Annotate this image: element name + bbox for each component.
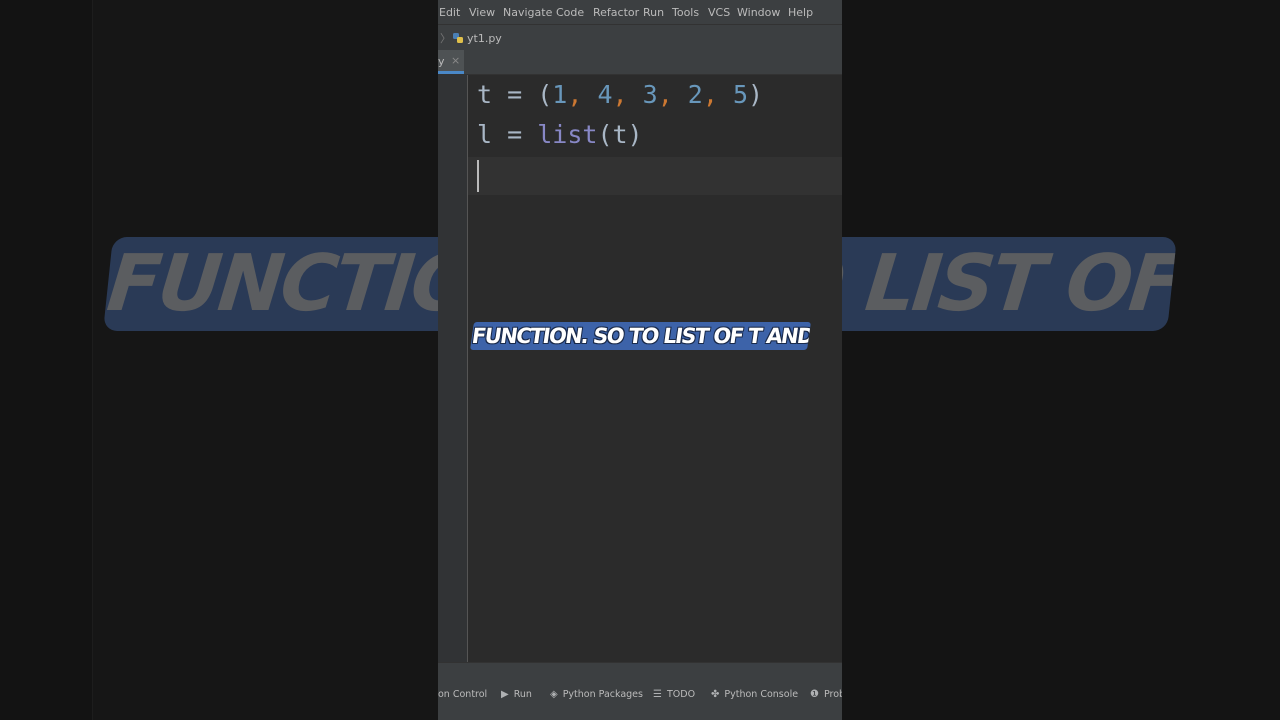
background-panel-right [842, 0, 1280, 720]
code-token: = [492, 120, 538, 149]
code-token: l [477, 120, 493, 149]
code-editor[interactable]: t = (1, 4, 3, 2, 5) l = list(t) [468, 75, 842, 662]
code-comma: , [567, 80, 598, 109]
code-number: 1 [552, 80, 568, 109]
editor-tab-bar: y × [438, 50, 842, 75]
current-line-highlight [468, 157, 842, 195]
toolwindow-python-packages[interactable]: ◈ Python Packages [550, 689, 643, 700]
menu-vcs[interactable]: VCS [708, 6, 730, 19]
code-number: 3 [642, 80, 658, 109]
tool-window-bar: on Control ▶ Run ◈ Python Packages ☰ TODO ✤… [438, 662, 842, 720]
code-token: t [477, 80, 493, 109]
code-comma: , [612, 80, 643, 109]
chevron-right-icon: 〉 [440, 32, 451, 45]
code-comma: , [657, 80, 688, 109]
background-panel-left [92, 0, 439, 720]
python-file-icon [453, 33, 463, 43]
toolwindow-label: Run [513, 689, 532, 700]
code-comma: , [702, 80, 733, 109]
code-token: ( [537, 80, 553, 109]
toolwindow-label: Prob [823, 689, 842, 700]
menu-code[interactable]: Code [556, 6, 584, 19]
navigation-bar: 〉 yt1.py [438, 24, 842, 51]
code-number: 4 [597, 80, 613, 109]
code-line-2: l = list(t) [477, 120, 643, 150]
packages-icon: ◈ [550, 689, 558, 700]
menu-tools[interactable]: Tools [672, 6, 699, 19]
toolwindow-todo[interactable]: ☰ TODO [653, 689, 695, 700]
menu-refactor[interactable]: Refactor [593, 6, 639, 19]
problems-icon: ❶ [810, 689, 819, 700]
code-token: (t) [597, 120, 643, 149]
ide-window: Edit View Navigate Code Refactor Run Too… [438, 0, 842, 720]
code-builtin: list [537, 120, 598, 149]
text-caret [477, 160, 479, 192]
menu-navigate[interactable]: Navigate [503, 6, 552, 19]
toolwindow-label: on Control [438, 689, 488, 700]
run-icon: ▶ [501, 689, 509, 700]
menu-run[interactable]: Run [643, 6, 664, 19]
menu-bar: Edit View Navigate Code Refactor Run Too… [438, 0, 842, 24]
code-token: = [492, 80, 538, 109]
breadcrumb-file[interactable]: yt1.py [467, 32, 502, 45]
toolwindow-label: TODO [666, 689, 696, 700]
close-icon[interactable]: × [451, 54, 460, 67]
menu-edit[interactable]: Edit [439, 6, 460, 19]
toolwindow-label: Python Packages [562, 689, 643, 700]
toolwindow-label: Python Console [724, 689, 799, 700]
code-number: 5 [732, 80, 749, 109]
line-gutter [438, 75, 468, 662]
todo-icon: ☰ [653, 689, 662, 700]
menu-view[interactable]: View [469, 6, 495, 19]
menu-window[interactable]: Window [737, 6, 780, 19]
toolwindow-run[interactable]: ▶ Run [501, 689, 532, 700]
code-number: 2 [687, 80, 703, 109]
toolwindow-python-console[interactable]: ✤ Python Console [711, 689, 798, 700]
code-token: ) [748, 80, 764, 109]
tab-label: y [438, 55, 445, 68]
subtitle-caption: FUNCTION. SO TO LIST OF T AND THEN [470, 322, 811, 350]
menu-help[interactable]: Help [788, 6, 813, 19]
tab-yt1-py[interactable]: y × [438, 50, 464, 74]
toolwindow-problems[interactable]: ❶ Prob [810, 689, 842, 700]
toolwindow-version-control[interactable]: on Control [438, 689, 487, 700]
code-line-1: t = (1, 4, 3, 2, 5) [477, 80, 763, 110]
python-console-icon: ✤ [711, 689, 720, 700]
